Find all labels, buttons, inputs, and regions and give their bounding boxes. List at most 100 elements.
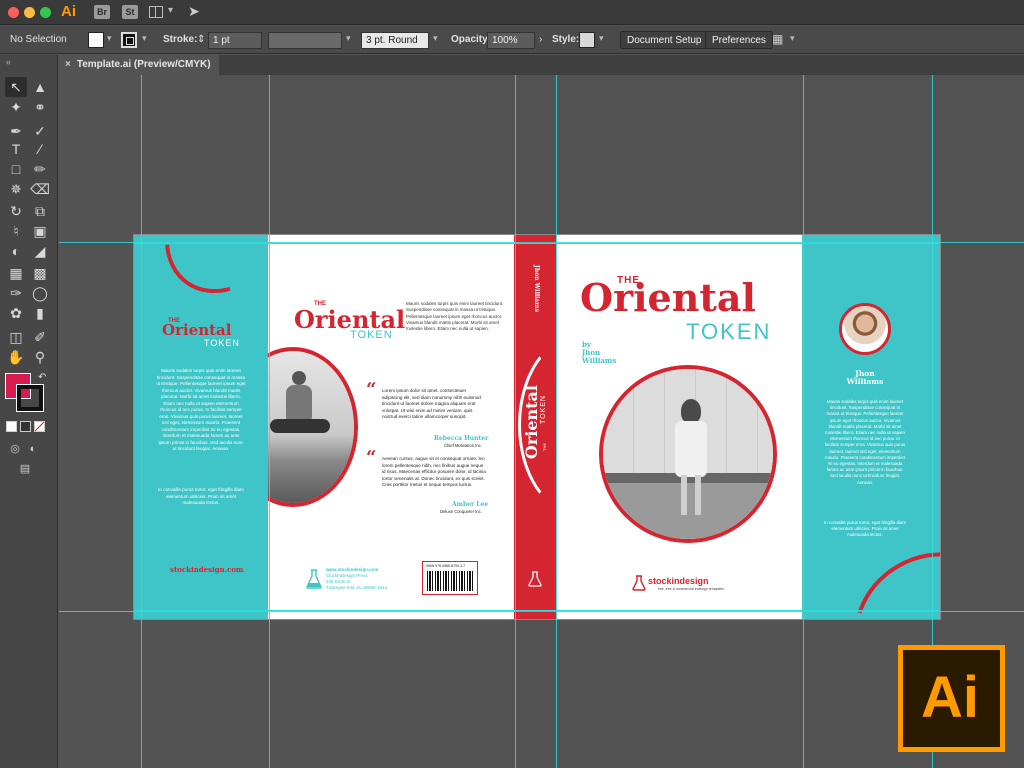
eraser-tool-icon[interactable]: ⌫ [29, 179, 51, 199]
right-flap[interactable]: Jhon Williams Mauris sodales turpis quis… [802, 235, 940, 619]
direct-selection-tool-icon[interactable]: ▲ [29, 77, 51, 97]
scale-tool-icon[interactable]: ⧉ [29, 201, 51, 221]
front-brand: stockindesign [648, 576, 709, 586]
quote-2-text: Aenean cursus, augue sit et consequat or… [382, 456, 486, 487]
publisher-city: Tuskegee Inst, AL 36088-1914 [326, 585, 387, 590]
curvature-tool-icon[interactable]: ✓ [29, 121, 51, 141]
free-transform-tool-icon[interactable]: ▣ [29, 221, 51, 241]
bridge-button[interactable]: Br [94, 5, 110, 19]
none-mode-icon[interactable] [34, 421, 45, 432]
guide-vertical[interactable] [803, 75, 804, 768]
style-label: Style: [552, 34, 580, 45]
opacity-label[interactable]: Opacity: [451, 34, 491, 45]
fill-dropdown-icon[interactable]: ▾ [107, 33, 112, 44]
opacity-field[interactable]: 100% [487, 32, 535, 49]
guide-vertical[interactable] [141, 75, 142, 768]
eyedropper-tool-icon[interactable]: ✑ [5, 283, 27, 303]
quote-1-name: Rebecca Hunter [434, 435, 489, 442]
stroke-stepper-icon[interactable]: ⇕ [197, 34, 205, 45]
width-tool-icon[interactable]: ♮ [5, 221, 27, 241]
selection-status: No Selection [10, 34, 67, 45]
selection-tool-icon[interactable]: ↖ [5, 77, 27, 97]
guide-vertical[interactable] [269, 75, 270, 768]
type-tool-icon[interactable]: T [5, 139, 27, 159]
color-mode-icon[interactable] [6, 421, 17, 432]
swap-fill-stroke-icon[interactable]: ↶ [38, 372, 46, 383]
back-blurb: Mauris sodales turpis quis enim laoreet … [406, 301, 504, 332]
artboard-tool-icon[interactable]: ◫ [5, 327, 27, 347]
screen-mode-icon[interactable]: ▤ [14, 459, 36, 479]
front-author-last: Williams [582, 356, 617, 365]
fill-swatch[interactable] [88, 32, 104, 48]
variable-width-profile[interactable] [268, 32, 342, 49]
tab-template-ai[interactable]: × Template.ai (Preview/CMYK) [59, 55, 219, 75]
minimize-window-button[interactable] [24, 7, 35, 18]
chevron-down-icon[interactable]: ▾ [168, 5, 173, 16]
profile-dropdown-icon[interactable]: ▾ [346, 33, 351, 44]
mesh-tool-icon[interactable]: ▦ [5, 263, 27, 283]
arrange-documents-icon[interactable] [149, 6, 163, 18]
shape-builder-tool-icon[interactable]: ◐ [5, 241, 27, 261]
hand-tool-icon[interactable]: ✋ [5, 347, 27, 367]
canvas[interactable]: THE Oriental TOKEN Mauris sodales turpis… [59, 75, 1024, 768]
stock-button[interactable]: St [122, 5, 138, 19]
back-cover[interactable]: THE Oriental TOKEN Mauris sodales turpis… [268, 235, 514, 619]
brush-definition-field[interactable]: 3 pt. Round [361, 32, 429, 49]
perspective-grid-tool-icon[interactable]: ◢ [29, 241, 51, 261]
front-brand-tagline: fine, free & commercial indesign templat… [658, 587, 724, 591]
barcode-bars [427, 571, 475, 591]
document-setup-button[interactable]: Document Setup [620, 31, 709, 49]
spine-the-label: THE [542, 443, 547, 451]
paintbrush-tool-icon[interactable]: ✏ [29, 159, 51, 179]
pen-tool-icon[interactable]: ✒ [5, 121, 27, 141]
stroke-swatch[interactable] [121, 32, 137, 48]
align-icon[interactable]: ▦ [772, 32, 783, 46]
app-logo: Ai [61, 3, 76, 20]
gradient-mode-icon[interactable] [20, 421, 31, 432]
line-tool-icon[interactable]: ∕ [29, 139, 51, 159]
column-graph-tool-icon[interactable]: ▮ [29, 303, 51, 323]
left-flap[interactable]: THE Oriental TOKEN Mauris sodales turpis… [134, 235, 268, 619]
spine-title: Oriental [522, 385, 541, 460]
zoom-window-button[interactable] [40, 7, 51, 18]
blend-tool-icon[interactable]: ◯ [29, 283, 51, 303]
stroke-color-box[interactable] [16, 384, 44, 412]
zoom-tool-icon[interactable]: ⚲ [29, 347, 51, 367]
draw-behind-icon[interactable]: ◐ [22, 439, 44, 459]
close-tab-icon[interactable]: × [65, 59, 71, 70]
quote-mark-1: “ [366, 379, 377, 400]
guide-vertical[interactable] [515, 75, 516, 768]
rotate-tool-icon[interactable]: ↻ [5, 201, 27, 221]
publisher-info: www.stockindesign.com StockInDesign Pres… [326, 567, 387, 591]
illustrator-logo-text: Ai [921, 665, 979, 730]
rectangle-tool-icon[interactable]: □ [5, 159, 27, 179]
gpu-performance-icon[interactable]: ➤ [188, 3, 200, 20]
guide-horizontal[interactable] [59, 242, 1024, 243]
graphic-style-swatch[interactable] [579, 32, 595, 48]
quote-2-name: Amber Lee [452, 501, 489, 508]
align-dropdown-icon[interactable]: ▾ [790, 33, 795, 44]
quote-1-role: Chief Motivation Inc. [444, 443, 482, 448]
shaper-tool-icon[interactable]: ✵ [5, 179, 27, 199]
tools-panel: « ↖ ▲ ✦ ⚭ ✒ ✓ T ∕ □ ✏ ✵ ⌫ ↻ ⧉ ♮ ▣ ◐ ◢ ▦ … [0, 55, 58, 768]
collapse-panel-icon[interactable]: « [6, 57, 11, 67]
symbol-sprayer-tool-icon[interactable]: ✿ [5, 303, 27, 323]
style-dropdown-icon[interactable]: ▾ [599, 33, 604, 44]
guide-vertical[interactable] [556, 75, 557, 768]
quote-1-text: Lorem ipsum dolor sit amet, consectetuer… [382, 388, 481, 419]
close-window-button[interactable] [8, 7, 19, 18]
opacity-chevron-icon[interactable]: › [539, 34, 542, 45]
guide-horizontal[interactable] [59, 611, 1024, 612]
stroke-dropdown-icon[interactable]: ▾ [142, 33, 147, 44]
preferences-button[interactable]: Preferences [705, 31, 773, 49]
spine[interactable]: Jhon Williams THE Oriental TOKEN [514, 235, 556, 619]
brush-dropdown-icon[interactable]: ▾ [433, 33, 438, 44]
stroke-weight-field[interactable]: 1 pt [208, 32, 262, 49]
artboard-book-jacket[interactable]: THE Oriental TOKEN Mauris sodales turpis… [134, 235, 940, 619]
stroke-label[interactable]: Stroke: [163, 34, 197, 45]
magic-wand-tool-icon[interactable]: ✦ [5, 97, 27, 117]
slice-tool-icon[interactable]: ✐ [29, 327, 51, 347]
gradient-tool-icon[interactable]: ▩ [29, 263, 51, 283]
lasso-tool-icon[interactable]: ⚭ [29, 97, 51, 117]
front-cover[interactable]: THE Oriental TOKEN by Jhon Williams stoc… [556, 235, 802, 619]
